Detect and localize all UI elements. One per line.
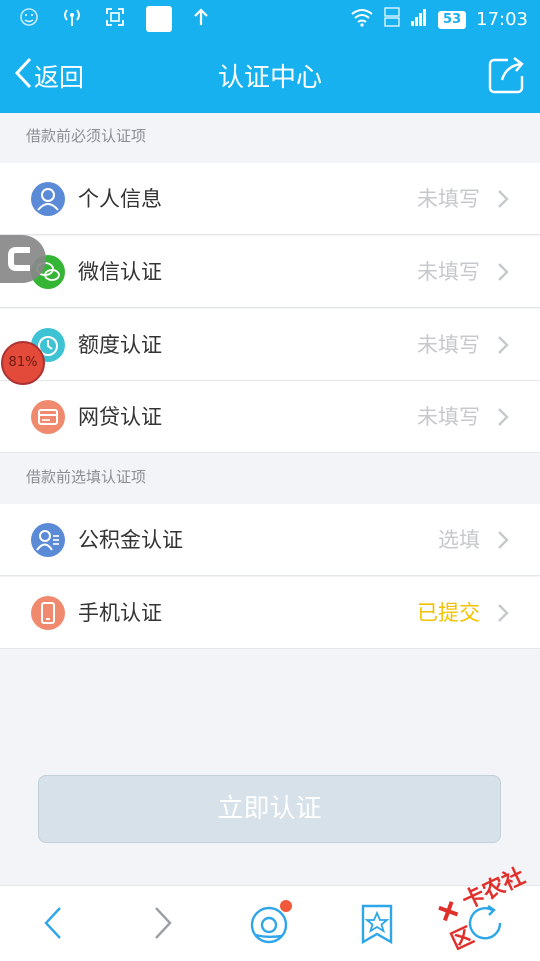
bookmark-button[interactable]	[354, 900, 400, 946]
row-status: 未填写	[417, 333, 480, 357]
app-notification-icon	[146, 6, 172, 32]
browser-forward-button[interactable]	[138, 900, 184, 946]
chevron-right-icon	[496, 407, 510, 427]
row-label: 网贷认证	[78, 405, 162, 429]
phone-icon	[31, 596, 65, 630]
arrow-right-icon	[138, 907, 184, 950]
chevron-right-icon	[496, 603, 510, 623]
browser-home-icon	[246, 900, 292, 950]
section-header-optional: 借款前选填认证项	[0, 454, 540, 504]
emoji-status-icon	[18, 6, 40, 32]
chevron-right-icon	[496, 262, 510, 282]
row-label: 个人信息	[78, 187, 162, 211]
row-status: 未填写	[417, 187, 480, 211]
page-title: 认证中心	[217, 63, 322, 93]
wifi-icon	[350, 7, 374, 32]
fund-user-icon	[31, 523, 65, 557]
upload-arrow-icon	[192, 6, 210, 32]
chevron-right-icon	[496, 335, 510, 355]
signal-icon	[410, 7, 428, 32]
row-wechat[interactable]: 微信认证 未填写	[0, 236, 540, 308]
bookmark-star-icon	[354, 904, 400, 950]
row-label: 微信认证	[78, 260, 162, 284]
share-button[interactable]	[488, 56, 526, 94]
arrow-left-icon	[32, 907, 78, 950]
title-bar: 返回 认证中心	[0, 38, 540, 113]
c-logo-icon	[0, 247, 46, 287]
browser-home-button[interactable]	[246, 900, 292, 946]
row-label: 手机认证	[78, 601, 162, 625]
floating-assistant-button[interactable]	[0, 235, 46, 283]
row-phone[interactable]: 手机认证 已提交	[0, 577, 540, 649]
browser-back-button[interactable]	[32, 900, 78, 946]
clock: 17:03	[476, 9, 528, 30]
row-status: 未填写	[417, 260, 480, 284]
row-quota[interactable]: 额度认证 未填写	[0, 309, 540, 381]
row-housing-fund[interactable]: 公积金认证 选填	[0, 504, 540, 576]
section-header-required: 借款前必须认证项	[0, 113, 540, 163]
hotspot-icon	[60, 6, 84, 32]
submit-verify-button[interactable]: 立即认证	[38, 775, 501, 843]
row-status: 选填	[438, 528, 480, 552]
chevron-right-icon	[496, 189, 510, 209]
row-label: 公积金认证	[78, 528, 183, 552]
row-personal-info[interactable]: 个人信息 未填写	[0, 163, 540, 235]
progress-badge[interactable]: 81%	[1, 341, 45, 385]
chevron-right-icon	[496, 530, 510, 550]
row-online-loan[interactable]: 网贷认证 未填写	[0, 381, 540, 453]
person-icon	[31, 182, 65, 216]
status-bar: 53 17:03	[0, 0, 540, 38]
scan-icon	[104, 6, 126, 32]
row-label: 额度认证	[78, 333, 162, 357]
battery-icon: 53	[438, 10, 467, 29]
row-status-submitted: 已提交	[417, 601, 480, 625]
loan-card-icon	[31, 400, 65, 434]
network-3g-icon	[384, 6, 400, 33]
row-status: 未填写	[417, 405, 480, 429]
share-icon	[488, 57, 526, 98]
